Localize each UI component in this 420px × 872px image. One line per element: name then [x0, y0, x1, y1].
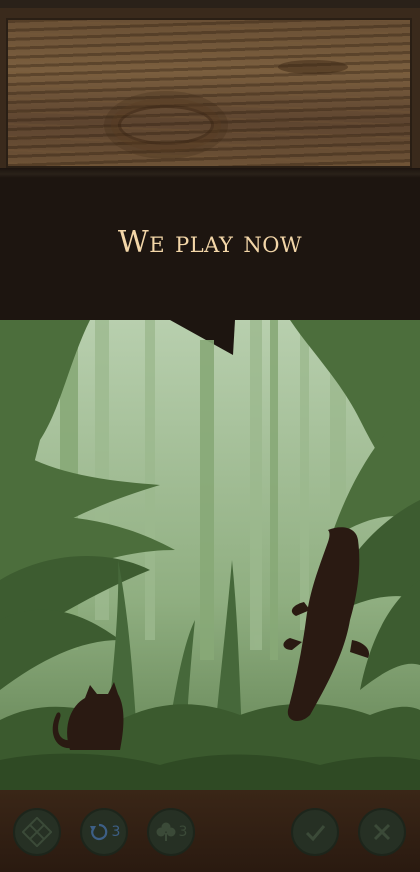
banner-title: We play now: [117, 225, 303, 260]
hint-count: 3: [178, 824, 188, 840]
undo-button[interactable]: 3: [80, 808, 128, 856]
hint-button[interactable]: 3: [147, 808, 195, 856]
top-bar: [0, 0, 420, 8]
jungle-scene: [0, 320, 420, 790]
cancel-button[interactable]: [358, 808, 406, 856]
wood-board-frame: [0, 8, 420, 168]
confirm-button[interactable]: [291, 808, 339, 856]
divider: [0, 168, 420, 178]
undo-icon: [89, 823, 107, 841]
check-icon: [305, 825, 326, 842]
dice-grid-icon: [22, 817, 52, 847]
wood-board: [6, 18, 412, 168]
wood-knot: [278, 60, 348, 74]
wood-knot: [118, 105, 214, 145]
bottom-toolbar: 3 3: [0, 790, 420, 872]
close-icon: [373, 823, 391, 841]
undo-count: 3: [111, 824, 121, 840]
clover-icon: [156, 822, 176, 841]
grid-button[interactable]: [13, 808, 61, 856]
